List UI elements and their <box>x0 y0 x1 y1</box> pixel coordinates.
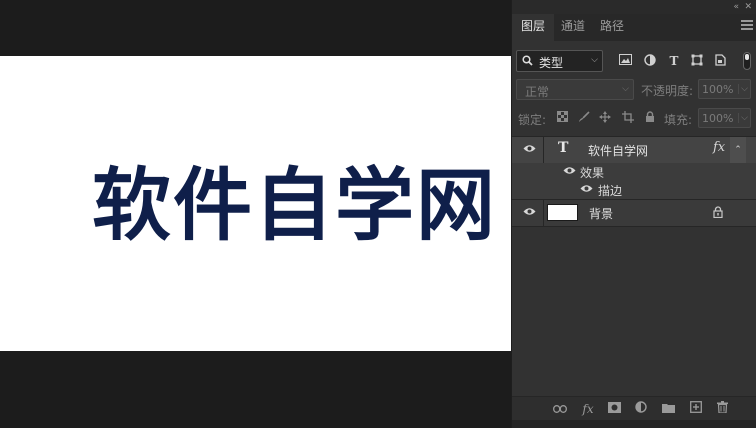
layer-thumbnail <box>547 204 578 221</box>
add-mask-icon[interactable] <box>606 401 622 417</box>
smart-object-filter-icon[interactable] <box>713 54 727 68</box>
visibility-eye-icon[interactable] <box>522 143 536 157</box>
lock-all-icon[interactable] <box>643 111 657 125</box>
search-icon <box>522 55 533 69</box>
layer-effects-row[interactable]: 效果 <box>512 163 756 181</box>
trash-icon[interactable] <box>714 401 730 417</box>
blend-mode-select[interactable]: 正常 ⌵ <box>516 79 634 100</box>
visibility-eye-icon[interactable] <box>579 183 593 197</box>
adjustment-filter-icon[interactable] <box>643 54 657 68</box>
layers-list: T 软件自学网 fx ⌃ 效果 描边 背景 <box>512 136 756 394</box>
layers-panel: « ✕ 图层 通道 路径 类型 ⌵ T 正常 ⌵ 不透明度: 100% ⌵ 锁定… <box>511 0 756 428</box>
blend-row: 正常 ⌵ 不透明度: 100% ⌵ <box>512 79 756 101</box>
adjustment-layer-icon[interactable] <box>633 401 649 417</box>
canvas-text-layer: 软件自学网 <box>92 159 497 252</box>
lock-artboard-icon[interactable] <box>621 111 635 125</box>
column-divider <box>543 200 544 226</box>
panel-menu-icon[interactable] <box>741 20 753 32</box>
opacity-label: 不透明度: <box>641 84 694 98</box>
opacity-value: 100% <box>702 83 734 96</box>
layer-row-background[interactable]: 背景 <box>512 200 756 226</box>
fill-field[interactable]: 100% ⌵ <box>698 108 751 128</box>
filter-toggle-switch[interactable] <box>743 52 751 70</box>
layer-name[interactable]: 软件自学网 <box>588 142 648 159</box>
fx-icon[interactable]: fx <box>580 401 596 417</box>
canvas-area[interactable]: 软件自学网 <box>0 0 511 428</box>
type-layer-icon: T <box>558 140 569 156</box>
panel-topbar: « ✕ <box>512 0 756 14</box>
chevron-down-icon: ⌵ <box>738 84 748 94</box>
panel-resize-edge[interactable] <box>512 420 756 428</box>
visibility-eye-icon[interactable] <box>562 165 576 179</box>
layer-name[interactable]: 背景 <box>589 205 613 222</box>
blend-mode-value: 正常 <box>525 85 550 99</box>
lock-label: 锁定: <box>518 113 547 127</box>
tab-layers[interactable]: 图层 <box>512 14 555 41</box>
close-icon[interactable]: ✕ <box>744 1 752 13</box>
effects-label: 效果 <box>580 166 605 180</box>
opacity-field[interactable]: 100% ⌵ <box>698 79 751 99</box>
lock-image-icon[interactable] <box>577 111 591 125</box>
tab-channels[interactable]: 通道 <box>552 14 594 41</box>
lock-icon <box>713 206 723 221</box>
chevron-down-icon: ⌵ <box>622 84 629 94</box>
lock-transparent-icon[interactable] <box>555 111 569 125</box>
type-filter-icon[interactable]: T <box>667 54 681 68</box>
tab-paths[interactable]: 路径 <box>591 14 633 41</box>
visibility-eye-icon[interactable] <box>522 206 536 220</box>
stroke-effect-row[interactable]: 描边 <box>512 181 756 199</box>
layers-bottom-bar: fx <box>512 396 756 420</box>
stroke-effect-label: 描边 <box>598 184 623 198</box>
fill-value: 100% <box>702 112 734 125</box>
group-folder-icon[interactable] <box>660 401 676 417</box>
document-canvas[interactable]: 软件自学网 <box>0 56 511 351</box>
filter-kind-select[interactable]: 类型 ⌵ <box>516 50 603 72</box>
lock-position-icon[interactable] <box>598 111 612 125</box>
layer-filter-row: 类型 ⌵ T <box>512 49 756 73</box>
layer-row-text[interactable]: T 软件自学网 fx ⌃ <box>512 137 756 199</box>
filter-kind-value: 类型 <box>539 56 564 70</box>
layer-effects-fx-icon[interactable]: fx <box>713 140 725 155</box>
chevron-down-icon: ⌵ <box>591 55 598 65</box>
image-filter-icon[interactable] <box>618 54 632 68</box>
panel-tabs: 图层 通道 路径 <box>512 14 756 41</box>
new-layer-icon[interactable] <box>688 401 704 417</box>
link-layers-icon[interactable] <box>552 401 568 417</box>
collapse-effects-chevron-icon[interactable]: ⌃ <box>730 137 746 163</box>
double-chevron-left-icon[interactable]: « <box>733 1 739 13</box>
layer-divider <box>512 226 756 227</box>
chevron-down-icon: ⌵ <box>738 113 748 123</box>
shape-filter-icon[interactable] <box>690 54 704 68</box>
fill-label: 填充: <box>664 113 693 127</box>
